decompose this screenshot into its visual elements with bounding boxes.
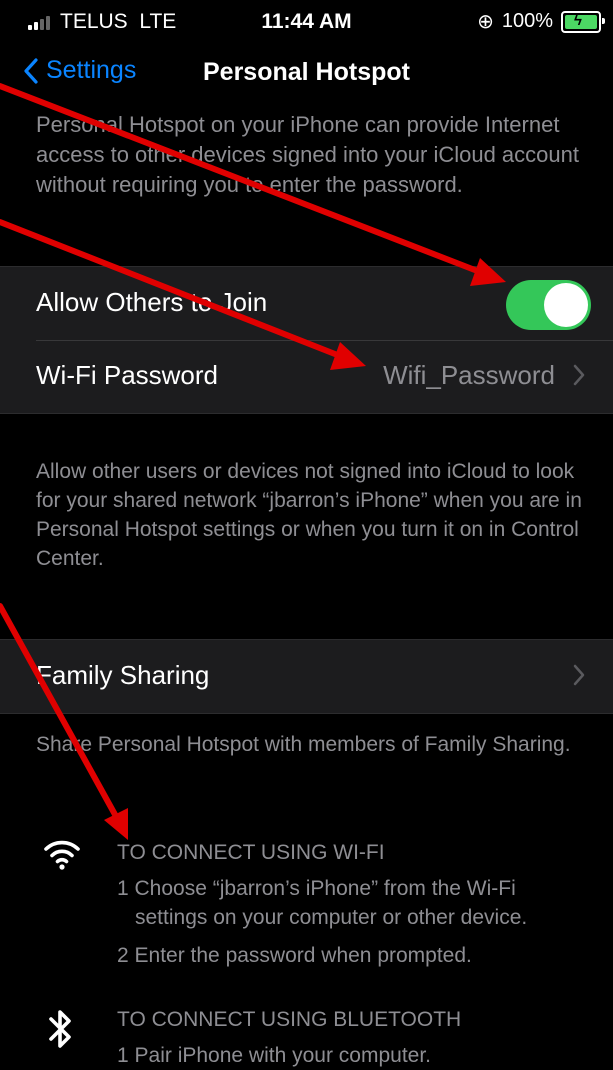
intro-text: Personal Hotspot on your iPhone can prov… <box>36 112 579 197</box>
hotspot-settings-group: Allow Others to Join Wi-Fi Password Wifi… <box>0 266 613 414</box>
family-sharing-footer: Share Personal Hotspot with members of F… <box>36 733 571 756</box>
wifi-password-label: Wi-Fi Password <box>36 360 219 390</box>
back-button-label: Settings <box>46 56 137 84</box>
wifi-password-row[interactable]: Wi-Fi Password Wifi_Password <box>0 340 613 413</box>
page-title: Personal Hotspot <box>203 58 410 86</box>
battery-status: ⊕ 100% ϟ <box>477 9 605 34</box>
chevron-right-icon <box>573 364 585 386</box>
allow-others-footer: Allow other users or devices not signed … <box>36 460 582 570</box>
allow-others-toggle[interactable] <box>506 280 591 330</box>
toggle-knob <box>544 283 588 327</box>
wifi-step-1-cont: settings on your computer or other devic… <box>135 906 528 929</box>
battery-icon: ϟ <box>561 10 605 33</box>
bluetooth-step-1: 1 Pair iPhone with your computer. <box>117 1044 431 1067</box>
battery-percent: 100% <box>501 10 553 32</box>
wifi-icon <box>44 840 80 870</box>
status-bar: TELUS LTE 11:44 AM ⊕ 100% ϟ <box>0 0 613 46</box>
allow-others-row: Allow Others to Join <box>0 267 613 340</box>
back-button[interactable]: Settings <box>24 56 136 85</box>
wifi-password-value: Wifi_Password <box>383 360 555 390</box>
family-sharing-group: Family Sharing <box>0 639 613 714</box>
wifi-step-2: 2 Enter the password when prompted. <box>117 944 472 967</box>
chevron-right-icon <box>573 664 585 686</box>
wifi-step-1: 1 Choose “jbarron’s iPhone” from the Wi-… <box>117 877 516 900</box>
bluetooth-icon <box>49 1010 71 1048</box>
bluetooth-instructions-title: TO CONNECT USING BLUETOOTH <box>117 1008 462 1031</box>
navigation-bar: Settings Personal Hotspot <box>0 46 613 106</box>
family-sharing-row[interactable]: Family Sharing <box>0 640 613 713</box>
family-sharing-label: Family Sharing <box>36 660 210 690</box>
wifi-instructions-title: TO CONNECT USING WI-FI <box>117 841 385 864</box>
orientation-lock-icon: ⊕ <box>477 11 494 33</box>
chevron-left-icon <box>24 57 38 84</box>
allow-others-label: Allow Others to Join <box>36 287 268 317</box>
